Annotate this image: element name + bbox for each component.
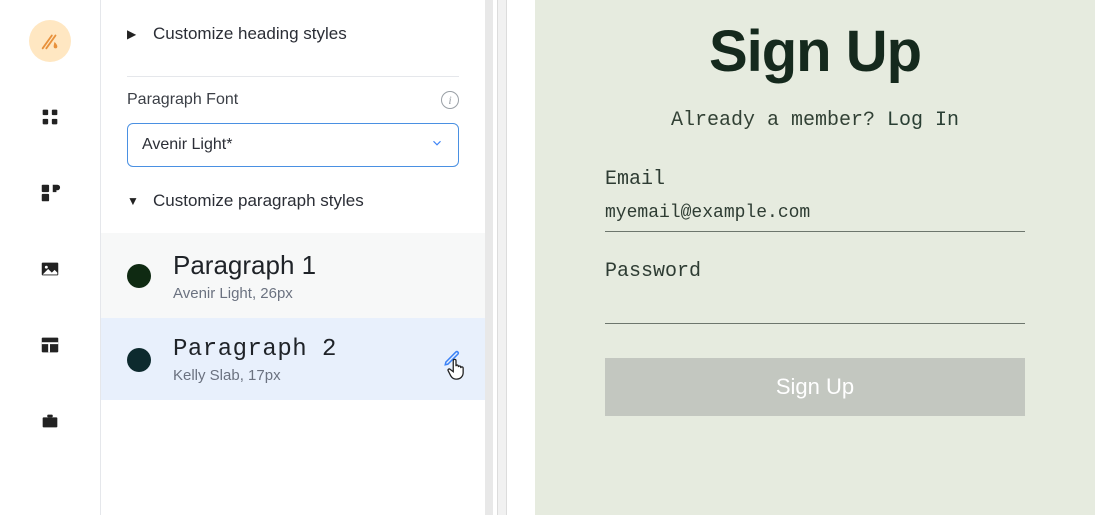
chevron-down-icon	[430, 136, 444, 155]
customize-paragraph-expander[interactable]: ▼ Customize paragraph styles	[127, 179, 459, 223]
password-field[interactable]	[605, 289, 1025, 324]
style-meta: Avenir Light, 26px	[173, 285, 316, 302]
signup-button[interactable]: Sign Up	[605, 358, 1025, 416]
left-icon-rail	[0, 0, 100, 515]
already-member-text: Already a member? Log In	[575, 109, 1055, 132]
paragraph-font-label: Paragraph Font	[127, 91, 238, 109]
divider	[127, 76, 459, 77]
layout-icon[interactable]	[29, 324, 71, 366]
chevron-right-icon: ▶	[127, 27, 139, 41]
image-icon[interactable]	[29, 248, 71, 290]
email-label: Email	[605, 168, 1025, 191]
password-label: Password	[605, 260, 1025, 283]
paragraph-style-list: Paragraph 1 Avenir Light, 26px Paragraph…	[101, 233, 485, 400]
select-value: Avenir Light*	[142, 136, 232, 154]
paragraph-font-select[interactable]: Avenir Light*	[127, 123, 459, 167]
info-icon[interactable]: i	[441, 91, 459, 109]
canvas-area: Sign Up Already a member? Log In Email P…	[505, 0, 1102, 515]
customize-heading-expander[interactable]: ▶ Customize heading styles	[127, 12, 459, 56]
typography-panel: ▶ Customize heading styles Paragraph Fon…	[100, 0, 485, 515]
style-meta: Kelly Slab, 17px	[173, 367, 337, 384]
signup-preview: Sign Up Already a member? Log In Email P…	[535, 0, 1095, 515]
grid-icon[interactable]	[29, 96, 71, 138]
edit-icon[interactable]	[443, 349, 461, 372]
login-link[interactable]: Log In	[887, 109, 959, 132]
style-name: Paragraph 2	[173, 336, 337, 364]
panel-divider[interactable]	[485, 0, 505, 515]
paragraph-style-item[interactable]: Paragraph 1 Avenir Light, 26px	[101, 233, 485, 318]
style-name: Paragraph 1	[173, 251, 316, 281]
paragraph-style-item[interactable]: Paragraph 2 Kelly Slab, 17px	[101, 318, 485, 401]
business-icon[interactable]	[29, 400, 71, 442]
color-swatch	[127, 264, 151, 288]
plugin-icon[interactable]	[29, 172, 71, 214]
theme-icon[interactable]	[29, 20, 71, 62]
color-swatch	[127, 348, 151, 372]
expander-label: Customize paragraph styles	[153, 191, 364, 211]
expander-label: Customize heading styles	[153, 24, 347, 44]
page-title: Sign Up	[575, 18, 1055, 85]
email-field[interactable]	[605, 197, 1025, 232]
chevron-down-icon: ▼	[127, 194, 139, 208]
